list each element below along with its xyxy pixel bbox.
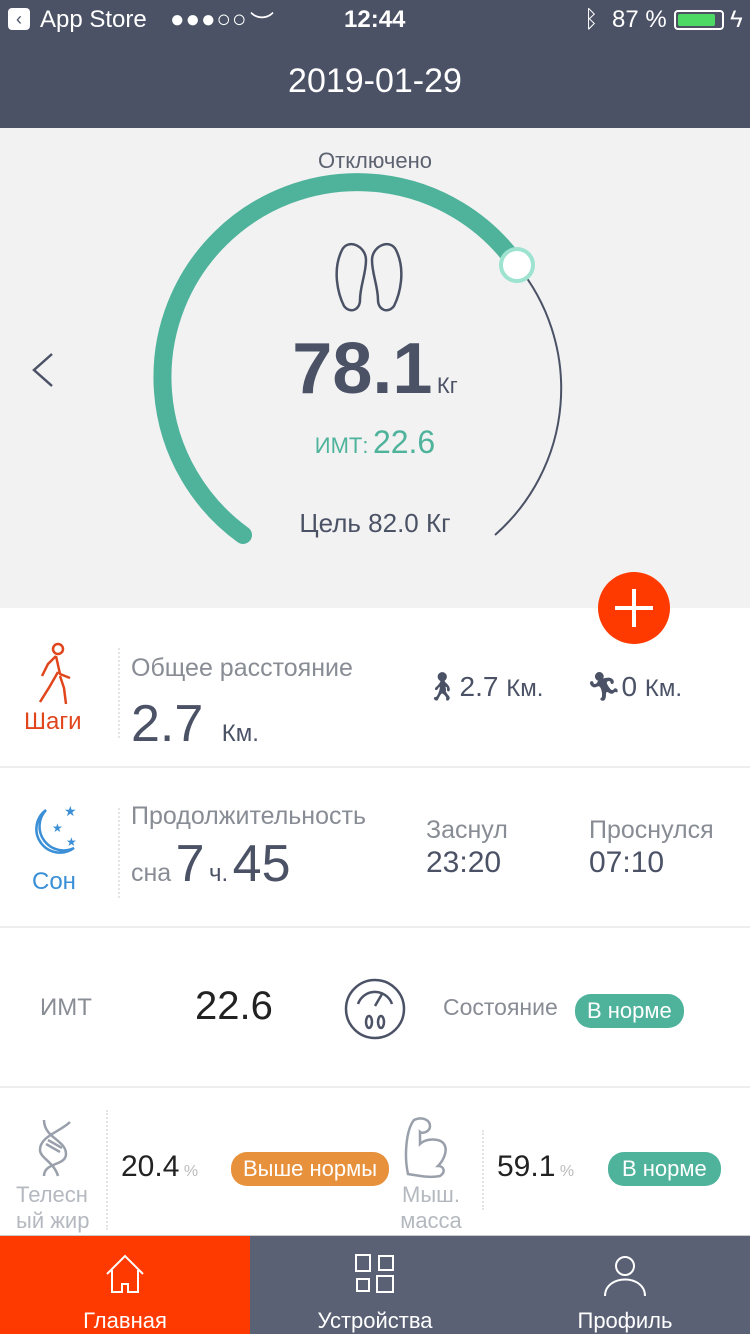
sleep-hours: 7 <box>175 835 205 893</box>
body-fat-label-line2: ый жир <box>16 1208 90 1233</box>
run-icon: 🏃︎ <box>586 671 622 702</box>
tab-devices[interactable]: Устройства <box>250 1236 500 1334</box>
bmi-label: ИМТ: <box>314 433 369 458</box>
sleep-duration-title: Продолжительность <box>131 802 366 830</box>
tab-bar: Главная Устройства Профиль <box>0 1236 750 1334</box>
body-composition-card[interactable]: Телесн ый жир 20.4 % Выше нормы Мыш. масса… <box>0 1090 750 1236</box>
divider <box>482 1130 484 1210</box>
back-arrow-icon[interactable]: ‹ <box>8 8 30 30</box>
bmi-state-label: Состояние <box>443 994 558 1020</box>
distance-value: 2.7 <box>131 695 204 753</box>
battery-percent: 87 % <box>612 6 667 33</box>
gauge-knob[interactable] <box>499 247 535 283</box>
tab-profile[interactable]: Профиль <box>500 1236 750 1334</box>
date-title[interactable]: 2019-01-29 <box>0 62 750 101</box>
sleep-minutes: 45 <box>232 835 291 893</box>
bmi-state-badge: В норме <box>575 994 684 1028</box>
body-fat-unit: % <box>183 1163 199 1180</box>
walk-value: 2.7 <box>459 671 499 702</box>
walk-icon: 🚶︎ <box>424 671 460 702</box>
muscle-number: 59.1 <box>497 1150 556 1183</box>
run-value: 0 <box>621 671 638 702</box>
body-fat-value: 20.4 % <box>121 1150 198 1184</box>
charging-icon: ϟ <box>730 6 743 33</box>
fell-asleep-time: 23:20 <box>426 846 502 879</box>
bmi-card-value: 22.6 <box>195 984 273 1028</box>
bmi-readout: ИМТ: 22.6 <box>0 424 750 461</box>
status-bar: ‹ App Store ●●●○○ ︶ 12:44 ᛒ 87 % ϟ <box>0 0 750 40</box>
sleep-card[interactable]: ★ ★ ★ Сон Продолжительность сна 7 ч. 45 За… <box>0 768 750 928</box>
body-fat-label-line1: Телесн <box>16 1182 88 1207</box>
muscle-state-badge: В норме <box>608 1152 721 1186</box>
battery-icon <box>674 10 724 30</box>
bmi-value: 22.6 <box>372 424 436 460</box>
weight-value: 78.1 <box>292 329 433 409</box>
walking-person-icon <box>38 642 71 705</box>
tab-home-label: Главная <box>83 1308 167 1333</box>
divider <box>118 648 120 738</box>
profile-icon <box>604 1256 646 1297</box>
bmi-card[interactable]: ИМТ 22.6 Состояние В норме <box>0 928 750 1088</box>
clock: 12:44 <box>344 6 406 33</box>
scale-gauge-icon <box>344 978 406 1040</box>
plus-icon-bar <box>632 589 636 627</box>
run-unit: Км. <box>644 675 683 702</box>
weight-gauge-panel: Отключено 78.1 Кг ИМТ: 22.6 Цель 82.0 Кг <box>0 128 750 608</box>
woke-time: 07:10 <box>589 846 665 879</box>
moon-stars-icon: ★★★ <box>35 803 77 854</box>
hours-unit: ч. <box>209 860 229 887</box>
svg-text:★: ★ <box>64 803 77 819</box>
muscle-arm-icon <box>404 1117 447 1179</box>
signal-icon: ●●●○○ <box>170 6 248 33</box>
divider <box>106 1110 108 1230</box>
bluetooth-icon: ᛒ <box>584 6 599 33</box>
walk-unit: Км. <box>506 675 544 702</box>
dna-icon <box>38 1119 71 1177</box>
distance-title: Общее расстояние <box>131 654 353 682</box>
bmi-card-label: ИМТ <box>40 994 92 1021</box>
home-icon <box>106 1254 144 1293</box>
divider <box>118 808 120 898</box>
body-fat-number: 20.4 <box>121 1150 180 1183</box>
sleep-duration: сна 7 ч. 45 <box>131 834 291 894</box>
tab-profile-label: Профиль <box>577 1308 673 1333</box>
fell-asleep-label: Заснул <box>426 816 508 844</box>
muscle-unit: % <box>559 1163 575 1180</box>
distance-unit: Км. <box>221 720 259 747</box>
svg-text:★: ★ <box>52 821 63 835</box>
muscle-label: Мыш. масса <box>396 1182 466 1234</box>
goal-weight: Цель 82.0 Кг <box>299 508 451 538</box>
back-app-link[interactable]: App Store <box>40 6 147 34</box>
sleep-label: Сон <box>32 868 76 895</box>
tab-home[interactable]: Главная <box>0 1236 250 1334</box>
muscle-label-line1: Мыш. <box>402 1182 460 1207</box>
steps-label: Шаги <box>24 708 82 735</box>
add-button[interactable] <box>598 572 670 644</box>
tab-devices-label: Устройства <box>317 1308 433 1333</box>
header: ‹ App Store ●●●○○ ︶ 12:44 ᛒ 87 % ϟ 2019-… <box>0 0 750 128</box>
feet-icon <box>335 242 403 312</box>
devices-icon <box>355 1254 394 1293</box>
wifi-icon: ︶ <box>250 11 274 38</box>
run-distance: 🏃︎0 Км. <box>586 670 682 703</box>
body-fat-state-badge: Выше нормы <box>231 1152 390 1186</box>
woke-label: Проснулся <box>589 816 714 844</box>
weight-unit: Кг <box>436 373 458 398</box>
body-fat-label: Телесн ый жир <box>16 1182 89 1234</box>
walk-distance: 🚶︎2.7 Км. <box>424 670 543 703</box>
svg-text:★: ★ <box>66 835 77 849</box>
muscle-value: 59.1 % <box>497 1150 574 1184</box>
weight-readout: 78.1 Кг <box>0 328 750 410</box>
muscle-label-line2: масса <box>400 1208 462 1233</box>
sleep-prefix: сна <box>131 859 172 887</box>
